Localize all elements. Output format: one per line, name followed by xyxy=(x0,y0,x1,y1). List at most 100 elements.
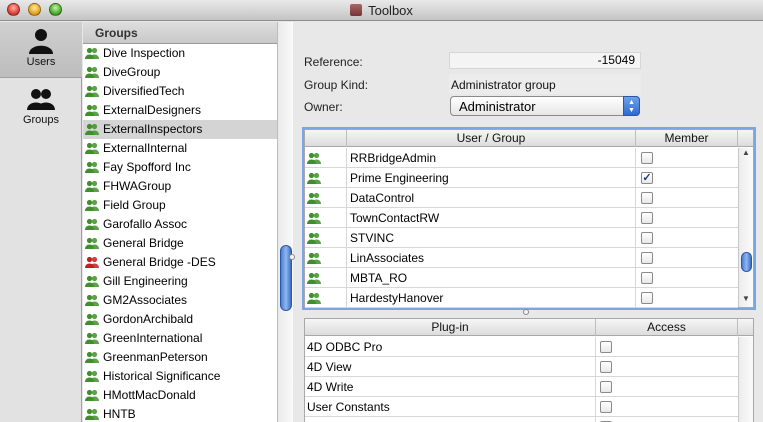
group-green-icon xyxy=(85,274,103,288)
member-name: LinAssociates xyxy=(347,248,636,268)
group-list-item[interactable]: Gill Engineering xyxy=(83,272,277,291)
group-list-item-label: General Bridge xyxy=(103,236,184,250)
group-list-item-label: Dive Inspection xyxy=(103,46,186,60)
member-checkbox[interactable] xyxy=(641,252,653,264)
group-list-item[interactable]: HMottMacDonald xyxy=(83,386,277,405)
group-green-icon xyxy=(305,168,347,188)
members-table[interactable]: User / Group Member RRBridgeAdmin Prime E… xyxy=(304,129,754,308)
group-list-item[interactable]: Dive Inspection xyxy=(83,44,277,63)
group-list-item[interactable]: ExternalDesigners xyxy=(83,101,277,120)
group-list-item[interactable]: General Bridge -DES xyxy=(83,253,277,272)
member-row[interactable]: HardestyHanover xyxy=(305,288,738,308)
groups-scrollbar[interactable] xyxy=(277,22,293,422)
group-list-item[interactable]: DiversifiedTech xyxy=(83,82,277,101)
member-cell xyxy=(636,188,738,208)
members-scroll-thumb[interactable] xyxy=(741,252,752,272)
plugin-row[interactable]: 4D ODBC Pro xyxy=(305,337,738,357)
group-list-item-label: GordonArchibald xyxy=(103,312,194,326)
group-green-icon xyxy=(85,65,103,79)
member-row[interactable]: DataControl xyxy=(305,188,738,208)
plugins-scrollbar[interactable] xyxy=(738,337,753,422)
group-list-item[interactable]: HNTB xyxy=(83,405,277,422)
member-row[interactable]: STVINC xyxy=(305,228,738,248)
group-list-item-label: GreenInternational xyxy=(103,331,203,345)
group-list-item-label: DiveGroup xyxy=(103,65,161,79)
plugins-table[interactable]: Plug-in Access 4D ODBC Pro 4D View 4D Writ… xyxy=(304,318,754,422)
member-checkbox[interactable] xyxy=(641,192,653,204)
groups-header: Groups xyxy=(83,22,277,44)
group-list-item[interactable]: DiveGroup xyxy=(83,63,277,82)
plugin-name: 4D ODBC Pro xyxy=(305,337,596,357)
group-list-item[interactable]: GM2Associates xyxy=(83,291,277,310)
group-green-icon xyxy=(305,248,347,268)
group-list-item-label: Gill Engineering xyxy=(103,274,188,288)
group-list-item[interactable]: GordonArchibald xyxy=(83,310,277,329)
member-row[interactable]: RRBridgeAdmin xyxy=(305,148,738,168)
access-checkbox[interactable] xyxy=(600,381,612,393)
plugins-table-header: Plug-in Access xyxy=(305,319,753,336)
members-scrollbar[interactable]: ▲ ▼ xyxy=(738,148,753,307)
member-checkbox[interactable] xyxy=(641,212,653,224)
column-header-access[interactable]: Access xyxy=(596,319,738,336)
member-name: HardestyHanover xyxy=(347,288,636,308)
popup-arrows-icon: ▲ ▼ xyxy=(623,96,640,116)
group-green-icon xyxy=(305,288,347,308)
sidebar-item-users[interactable]: Users xyxy=(0,22,82,78)
member-row[interactable]: MBTA_RO xyxy=(305,268,738,288)
member-name: TownContactRW xyxy=(347,208,636,228)
group-details-pane: Reference: -15049 Group Kind: Administra… xyxy=(295,22,763,422)
group-list-item[interactable]: General Bridge xyxy=(83,234,277,253)
group-list-item[interactable]: ExternalInternal xyxy=(83,139,277,158)
group-list-item[interactable]: GreenInternational xyxy=(83,329,277,348)
member-name: MBTA_RO xyxy=(347,268,636,288)
group-green-icon xyxy=(85,198,103,212)
groups-list[interactable]: Dive Inspection DiveGroup DiversifiedTech E… xyxy=(83,44,277,422)
group-list-item-label: Fay Spofford Inc xyxy=(103,160,191,174)
member-checkbox[interactable] xyxy=(641,292,653,304)
member-row[interactable]: TownContactRW xyxy=(305,208,738,228)
scroll-down-arrow-icon[interactable]: ▼ xyxy=(739,294,753,303)
column-header-plugin[interactable]: Plug-in xyxy=(305,319,596,336)
access-checkbox[interactable] xyxy=(600,341,612,353)
plugin-row[interactable]: 4D Write xyxy=(305,377,738,397)
table-splitter-handle[interactable] xyxy=(523,309,529,315)
group-list-item[interactable]: Fay Spofford Inc xyxy=(83,158,277,177)
plugin-name: User Constants xyxy=(305,397,596,417)
access-checkbox[interactable] xyxy=(600,401,612,413)
member-row[interactable]: Prime Engineering ✓ xyxy=(305,168,738,188)
group-list-item[interactable]: GreenmanPeterson xyxy=(83,348,277,367)
member-cell: ✓ xyxy=(636,168,738,188)
group-list-item-label: HNTB xyxy=(103,407,136,421)
plugin-row[interactable]: User Constants xyxy=(305,397,738,417)
group-list-item[interactable]: Historical Significance xyxy=(83,367,277,386)
plugin-row[interactable]: 4D View xyxy=(305,357,738,377)
reference-field: -15049 xyxy=(449,52,641,69)
member-cell xyxy=(636,228,738,248)
groups-icon xyxy=(27,89,55,110)
member-checkbox[interactable] xyxy=(641,272,653,284)
group-list-item[interactable]: ExternalInspectors xyxy=(83,120,277,139)
group-list-item-label: DiversifiedTech xyxy=(103,84,185,98)
access-checkbox[interactable] xyxy=(600,361,612,373)
group-list-item-label: ExternalInspectors xyxy=(103,122,203,136)
member-checkbox[interactable]: ✓ xyxy=(641,172,653,184)
member-checkbox[interactable] xyxy=(641,232,653,244)
plugin-row[interactable]: 4D Client Web Server xyxy=(305,417,738,422)
group-list-item[interactable]: Garofallo Assoc xyxy=(83,215,277,234)
member-row[interactable]: LinAssociates xyxy=(305,248,738,268)
scroll-up-arrow-icon[interactable]: ▲ xyxy=(739,148,753,157)
group-green-icon xyxy=(85,84,103,98)
group-green-icon xyxy=(305,148,347,168)
owner-select[interactable]: Administrator ▲ ▼ xyxy=(450,96,640,116)
group-list-item[interactable]: Field Group xyxy=(83,196,277,215)
column-header-user-group[interactable]: User / Group xyxy=(347,130,636,147)
column-header-member[interactable]: Member xyxy=(636,130,738,147)
group-list-item[interactable]: FHWAGroup xyxy=(83,177,277,196)
member-checkbox[interactable] xyxy=(641,152,653,164)
sidebar-item-groups[interactable]: Groups xyxy=(0,80,82,136)
group-green-icon xyxy=(85,407,103,421)
group-green-icon xyxy=(85,350,103,364)
group-green-icon xyxy=(85,388,103,402)
member-name: Prime Engineering xyxy=(347,168,636,188)
toolbox-window: Toolbox Users Groups Groups Dive Inspect… xyxy=(0,0,763,422)
